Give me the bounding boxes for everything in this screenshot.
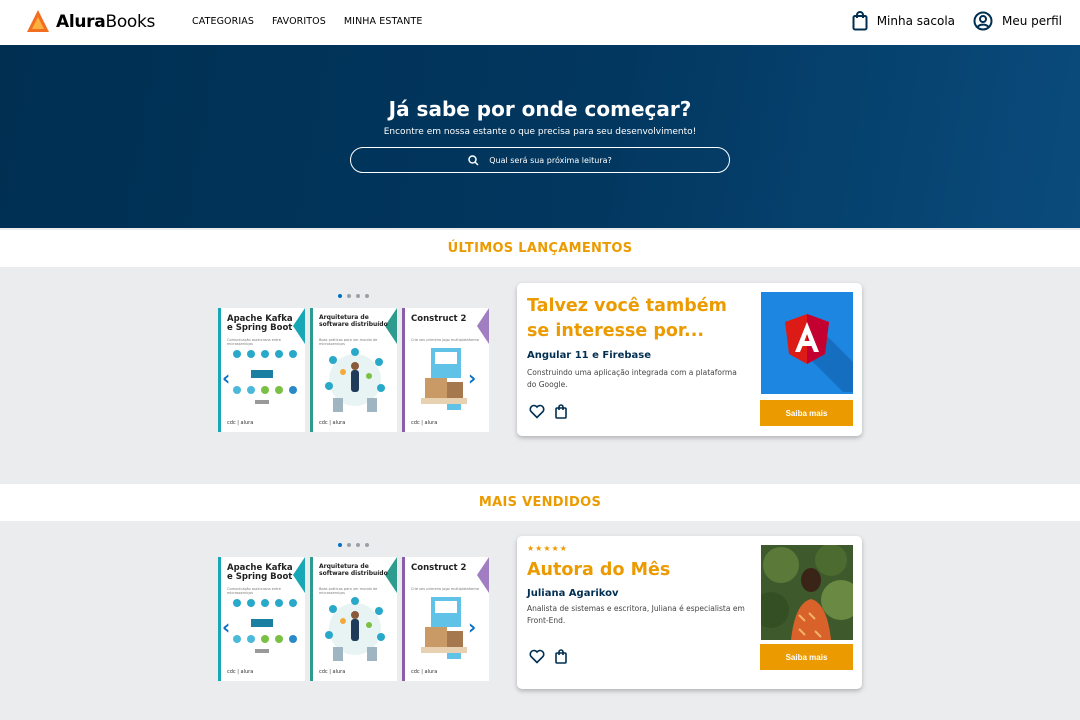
nav-item-categorias[interactable]: CATEGORIAS <box>192 16 254 27</box>
nav-item-minha-estante[interactable]: MINHA ESTANTE <box>344 16 423 27</box>
carousel-dot[interactable] <box>347 294 351 298</box>
card-item-description: Construindo uma aplicação integrada com … <box>527 368 737 389</box>
diagram-illustration <box>233 350 297 404</box>
hero-title: Já sabe por onde começar? <box>388 97 692 121</box>
carousel-next-arrow-icon[interactable]: › <box>468 615 476 639</box>
shopping-bag-icon[interactable] <box>555 404 567 419</box>
book-cover[interactable]: Arquitetura de software distribuído Boas… <box>310 308 397 432</box>
book-publisher: cdc | alura <box>319 669 346 675</box>
book-title: Apache Kafka e Spring Boot <box>227 563 293 583</box>
card-item-title: Angular 11 e Firebase <box>527 350 651 361</box>
carousel-dot[interactable] <box>356 294 360 298</box>
bag-label: Minha sacola <box>876 14 956 28</box>
book-publisher: cdc | alura <box>411 420 438 426</box>
book-cover[interactable]: Apache Kafka e Spring Boot Comunicação a… <box>218 557 305 681</box>
heart-icon[interactable] <box>529 649 545 664</box>
card-title: Autora do Mês <box>527 560 671 580</box>
logo[interactable]: AluraBooks <box>27 10 155 34</box>
carousel-prev-arrow-icon[interactable]: ‹ <box>222 615 230 639</box>
author-description: Analista de sistemas e escritora, Julian… <box>527 604 745 625</box>
card-actions <box>529 404 567 419</box>
book-title: Arquitetura de software distribuído <box>319 314 388 328</box>
card-actions <box>529 649 567 664</box>
header-actions: Minha sacola Meu perfil <box>852 11 1062 31</box>
card-title: Talvez você também se interesse por... <box>527 296 727 342</box>
book-publisher: cdc | alura <box>319 420 346 426</box>
author-of-month-card: ★★★★★ Autora do Mês Juliana Agarikov Ana… <box>517 536 862 689</box>
author-photo <box>761 545 853 640</box>
recommendation-card: Talvez você também se interesse por... A… <box>517 283 862 436</box>
bag-link[interactable]: Minha sacola <box>852 11 955 31</box>
carousel-prev-arrow-icon[interactable]: ‹ <box>222 366 230 390</box>
book-publisher: cdc | alura <box>411 669 438 675</box>
section-bar-mais-vendidos: MAIS VENDIDOS <box>0 484 1080 521</box>
hero-subtitle: Encontre em nossa estante o que precisa … <box>383 127 697 137</box>
book-cover[interactable]: Arquitetura de software distribuído Boas… <box>310 557 397 681</box>
brand-name: AluraBooks <box>56 12 156 32</box>
book-list: Apache Kafka e Spring Boot Comunicação a… <box>218 557 489 681</box>
hero-banner: Já sabe por onde começar? Encontre em no… <box>0 45 1080 228</box>
people-illustration <box>325 348 385 412</box>
book-subtitle: Comunicação assíncrona entre microsservi… <box>227 587 281 595</box>
logo-icon <box>27 10 49 32</box>
book-title: Construct 2 <box>411 563 467 573</box>
book-subtitle: Crie seu primeiro jogo multiplataforma <box>411 587 479 591</box>
search-input[interactable]: Qual será sua próxima leitura? <box>350 147 730 173</box>
heart-icon[interactable] <box>529 404 545 419</box>
shopping-bag-icon <box>852 11 868 31</box>
carousel-dot[interactable] <box>347 543 351 547</box>
profile-link[interactable]: Meu perfil <box>973 11 1062 31</box>
carousel-dot[interactable] <box>338 543 342 547</box>
carousel-dots <box>338 294 369 298</box>
site-header: AluraBooks CATEGORIAS FAVORITOS MINHA ES… <box>0 0 1080 45</box>
book-publisher: cdc | alura <box>227 420 254 426</box>
carousel-dot[interactable] <box>356 543 360 547</box>
book-subtitle: Boas práticas para um mundo de microsser… <box>319 338 378 346</box>
main-nav: CATEGORIAS FAVORITOS MINHA ESTANTE <box>192 16 422 27</box>
search-icon <box>468 154 479 166</box>
carousel-dots <box>338 543 369 547</box>
book-subtitle: Comunicação assíncrona entre microsservi… <box>227 338 281 346</box>
book-title: Arquitetura de software distribuído <box>319 563 388 577</box>
learn-more-button[interactable]: Saiba mais <box>760 644 853 670</box>
book-cover[interactable]: Apache Kafka e Spring Boot Comunicação a… <box>218 308 305 432</box>
book-subtitle: Boas práticas para um mundo de microsser… <box>319 587 378 595</box>
rating-stars: ★★★★★ <box>527 544 568 553</box>
people-illustration <box>325 597 385 661</box>
carousel-dot[interactable] <box>338 294 342 298</box>
shopping-bag-icon[interactable] <box>555 649 567 664</box>
book-title: Apache Kafka e Spring Boot <box>227 314 293 334</box>
diagram-illustration <box>233 599 297 653</box>
section-title: ÚLTIMOS LANÇAMENTOS <box>447 241 633 256</box>
user-icon <box>973 11 993 31</box>
carousel-next-arrow-icon[interactable]: › <box>468 366 476 390</box>
section-bar-lancamentos: ÚLTIMOS LANÇAMENTOS <box>0 230 1080 267</box>
carousel-dot[interactable] <box>365 543 369 547</box>
book-title: Construct 2 <box>411 314 467 324</box>
section-title: MAIS VENDIDOS <box>478 495 602 510</box>
author-name: Juliana Agarikov <box>527 588 619 599</box>
learn-more-button[interactable]: Saiba mais <box>760 400 853 426</box>
search-placeholder: Qual será sua próxima leitura? <box>489 155 612 165</box>
angular-book-cover[interactable] <box>761 292 853 394</box>
carousel-dot[interactable] <box>365 294 369 298</box>
book-publisher: cdc | alura <box>227 669 254 675</box>
book-subtitle: Crie seu primeiro jogo multiplataforma <box>411 338 479 342</box>
nav-item-favoritos[interactable]: FAVORITOS <box>272 16 326 27</box>
book-list: Apache Kafka e Spring Boot Comunicação a… <box>218 308 489 432</box>
book-carousel: Apache Kafka e Spring Boot Comunicação a… <box>216 294 492 444</box>
profile-label: Meu perfil <box>1002 14 1062 28</box>
book-carousel: Apache Kafka e Spring Boot Comunicação a… <box>216 543 492 693</box>
